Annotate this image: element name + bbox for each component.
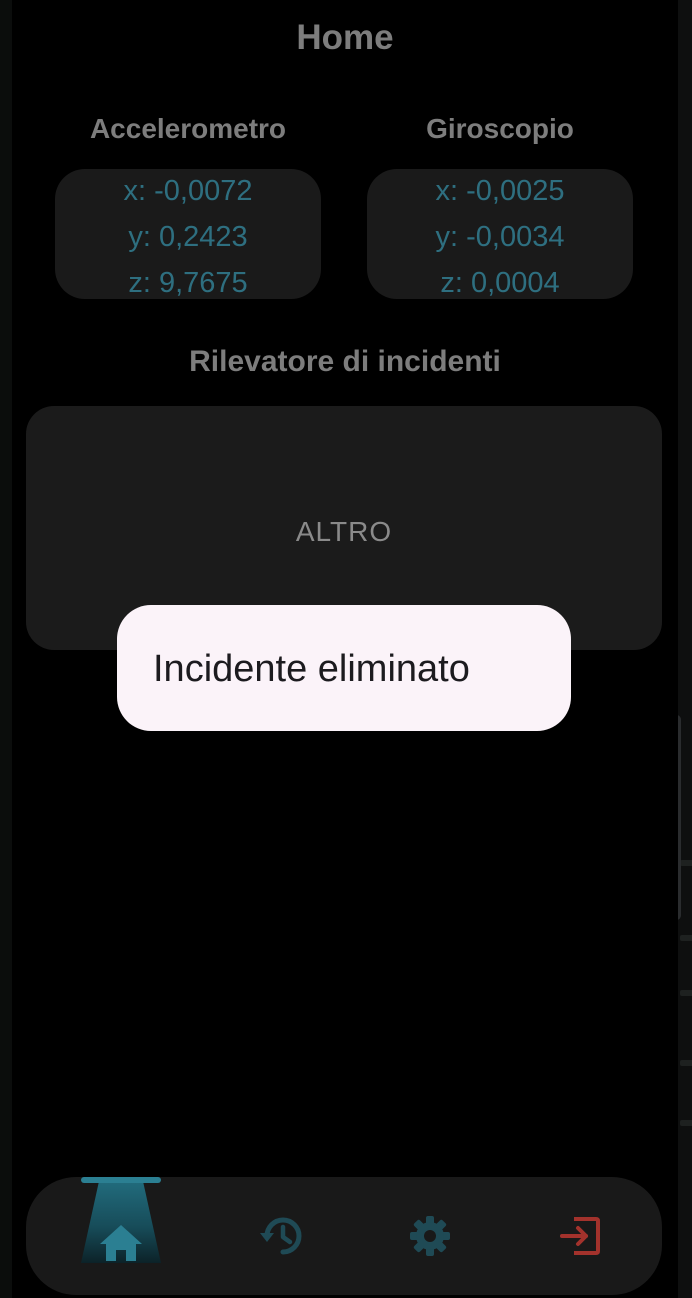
settings-icon — [408, 1214, 452, 1258]
app-screen: Home Accelerometro x: -0,0072 y: 0,2423 … — [12, 0, 678, 1298]
logout-icon — [558, 1215, 602, 1257]
bottom-navigation-bar — [26, 1177, 662, 1295]
scroll-handle[interactable] — [678, 715, 681, 920]
home-icon — [98, 1223, 144, 1263]
background-left-edge — [0, 0, 12, 1298]
nav-history[interactable] — [241, 1177, 321, 1295]
background-glyph — [680, 990, 692, 996]
background-glyph — [680, 1060, 692, 1066]
accelerometer-title: Accelerometro — [89, 113, 287, 144]
gyroscope-y: y: -0,0034 — [435, 221, 565, 253]
gyroscope-x: x: -0,0025 — [435, 175, 565, 207]
history-icon — [257, 1214, 305, 1258]
nav-settings[interactable] — [390, 1177, 470, 1295]
page-title: Home — [296, 18, 394, 57]
nav-logout[interactable] — [540, 1177, 620, 1295]
accelerometer-x: x: -0,0072 — [123, 175, 253, 207]
background-glyph — [680, 1120, 692, 1126]
accelerometer-card: x: -0,0072 y: 0,2423 z: 9,7675 — [55, 169, 321, 299]
toast-message: Incidente eliminato — [153, 648, 470, 690]
accelerometer-y: y: 0,2423 — [128, 221, 248, 253]
gyroscope-card: x: -0,0025 y: -0,0034 z: 0,0004 — [367, 169, 633, 299]
accelerometer-z: z: 9,7675 — [128, 267, 248, 299]
incident-detector-title: Rilevatore di incidenti — [189, 345, 501, 378]
gyroscope-z: z: 0,0004 — [440, 267, 560, 299]
background-right-edge — [678, 0, 692, 1298]
nav-home[interactable] — [81, 1177, 161, 1295]
incident-state-label: ALTRO — [295, 516, 393, 547]
background-glyph — [680, 935, 692, 941]
gyroscope-title: Giroscopio — [426, 113, 574, 144]
background-glyph — [680, 860, 692, 866]
toast-notification: Incidente eliminato — [117, 605, 571, 731]
